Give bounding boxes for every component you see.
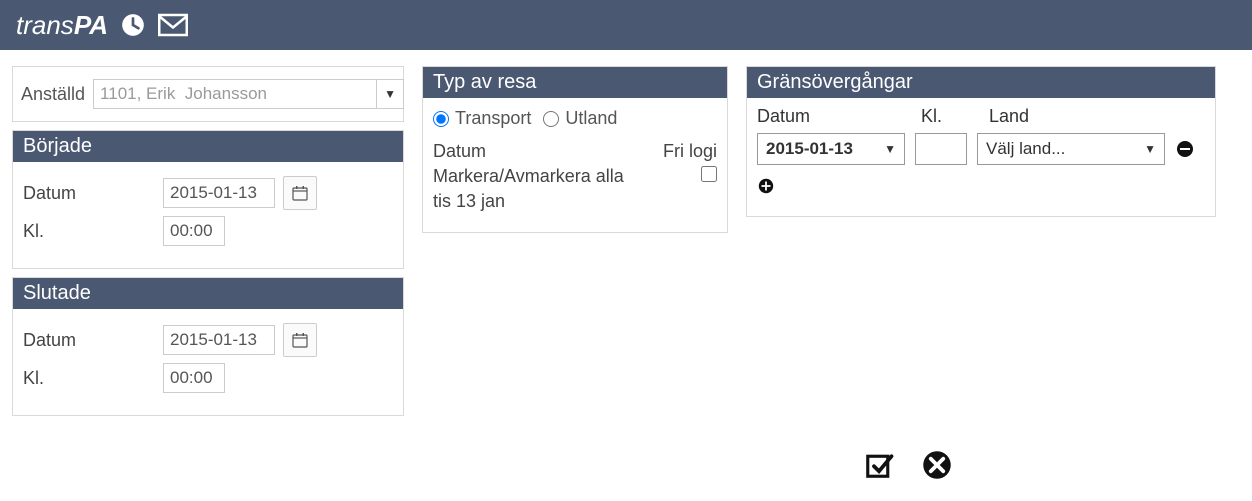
trip-header: Typ av resa bbox=[423, 67, 727, 98]
employee-select[interactable] bbox=[93, 79, 376, 109]
radio-abroad[interactable]: Utland bbox=[543, 108, 617, 129]
cancel-icon[interactable] bbox=[922, 450, 952, 485]
border-row: 2015-01-13 ▼ Välj land... ▼ bbox=[757, 133, 1205, 165]
start-time-label: Kl. bbox=[23, 221, 163, 242]
start-date-label: Datum bbox=[23, 183, 163, 204]
border-date-value: 2015-01-13 bbox=[766, 139, 853, 159]
confirm-icon[interactable] bbox=[864, 450, 894, 485]
radio-abroad-label: Utland bbox=[565, 108, 617, 129]
col-right: Gränsövergångar Datum Kl. Land 2015-01-1… bbox=[746, 66, 1216, 225]
topbar: transPA bbox=[0, 0, 1252, 50]
border-time-input[interactable] bbox=[915, 133, 967, 165]
chevron-down-icon[interactable]: ▼ bbox=[376, 79, 404, 109]
col-mid: Typ av resa Transport Utland Datum Ma bbox=[422, 66, 728, 241]
trip-day: tis 13 jan bbox=[433, 191, 663, 212]
border-col-date: Datum bbox=[757, 106, 905, 127]
border-col-country: Land bbox=[989, 106, 1205, 127]
footer-actions bbox=[0, 450, 1252, 485]
trip-mark-all: Markera/Avmarkera alla bbox=[433, 166, 663, 187]
end-panel: Slutade Datum Kl. bbox=[12, 277, 404, 416]
chevron-down-icon: ▼ bbox=[884, 142, 896, 156]
border-country-select[interactable]: Välj land... ▼ bbox=[977, 133, 1165, 165]
end-date-input[interactable] bbox=[163, 325, 275, 355]
brand-logo: transPA bbox=[16, 10, 108, 41]
calendar-icon[interactable] bbox=[283, 323, 317, 357]
trip-col-date: Datum bbox=[433, 141, 663, 162]
border-header: Gränsövergångar bbox=[747, 67, 1215, 98]
end-time-input[interactable] bbox=[163, 363, 225, 393]
radio-transport[interactable]: Transport bbox=[433, 108, 531, 129]
border-col-time: Kl. bbox=[921, 106, 973, 127]
trip-col-free: Fri logi bbox=[663, 141, 717, 162]
end-header: Slutade bbox=[13, 278, 403, 309]
col-left: Anställd ▼ Började Datum bbox=[12, 66, 404, 424]
start-header: Började bbox=[13, 131, 403, 162]
radio-transport-label: Transport bbox=[455, 108, 531, 129]
chevron-down-icon: ▼ bbox=[1144, 142, 1156, 156]
radio-transport-input[interactable] bbox=[433, 111, 449, 127]
start-panel: Började Datum Kl. bbox=[12, 130, 404, 269]
remove-row-icon[interactable] bbox=[1175, 139, 1195, 159]
clock-arrow-icon[interactable] bbox=[120, 12, 146, 38]
border-country-value: Välj land... bbox=[986, 139, 1065, 159]
add-row-icon[interactable] bbox=[757, 177, 775, 195]
border-date-select[interactable]: 2015-01-13 ▼ bbox=[757, 133, 905, 165]
start-date-input[interactable] bbox=[163, 178, 275, 208]
start-time-input[interactable] bbox=[163, 216, 225, 246]
mail-icon[interactable] bbox=[158, 13, 188, 37]
radio-abroad-input[interactable] bbox=[543, 111, 559, 127]
trip-type-panel: Typ av resa Transport Utland Datum Ma bbox=[422, 66, 728, 233]
end-date-label: Datum bbox=[23, 330, 163, 351]
mark-all-checkbox[interactable] bbox=[701, 166, 717, 182]
calendar-icon[interactable] bbox=[283, 176, 317, 210]
employee-panel: Anställd ▼ bbox=[12, 66, 404, 122]
border-panel: Gränsövergångar Datum Kl. Land 2015-01-1… bbox=[746, 66, 1216, 217]
main-content: Anställd ▼ Började Datum bbox=[0, 50, 1252, 440]
employee-label: Anställd bbox=[21, 84, 85, 105]
end-time-label: Kl. bbox=[23, 368, 163, 389]
